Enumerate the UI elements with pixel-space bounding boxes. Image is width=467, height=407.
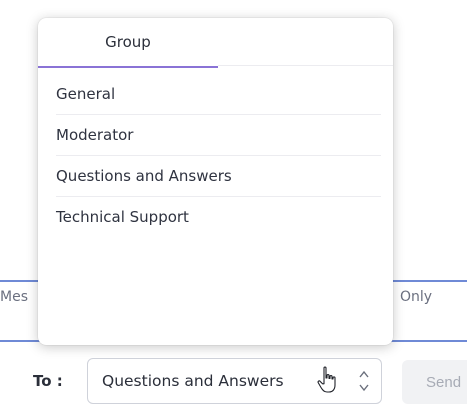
- option-questions-and-answers[interactable]: Questions and Answers: [56, 156, 381, 197]
- hand-pointer-cursor-icon: [316, 366, 340, 394]
- tab-group-label: Group: [105, 33, 151, 51]
- to-label: To :: [33, 372, 63, 390]
- recipient-select-value: Questions and Answers: [102, 372, 284, 390]
- option-general[interactable]: General: [56, 74, 381, 115]
- tab-divider: [218, 65, 393, 66]
- recipient-dropdown-popup: Group General Moderator Questions and An…: [38, 18, 393, 345]
- option-moderator[interactable]: Moderator: [56, 115, 381, 156]
- dropdown-option-list: General Moderator Questions and Answers …: [56, 74, 381, 237]
- chevron-up-down-icon: [357, 367, 371, 397]
- send-button[interactable]: Send: [402, 360, 467, 404]
- option-technical-support[interactable]: Technical Support: [56, 197, 381, 237]
- tab-group[interactable]: Group: [38, 18, 218, 68]
- background-label-left: Mes: [0, 289, 28, 305]
- background-label-right: Only: [400, 289, 433, 305]
